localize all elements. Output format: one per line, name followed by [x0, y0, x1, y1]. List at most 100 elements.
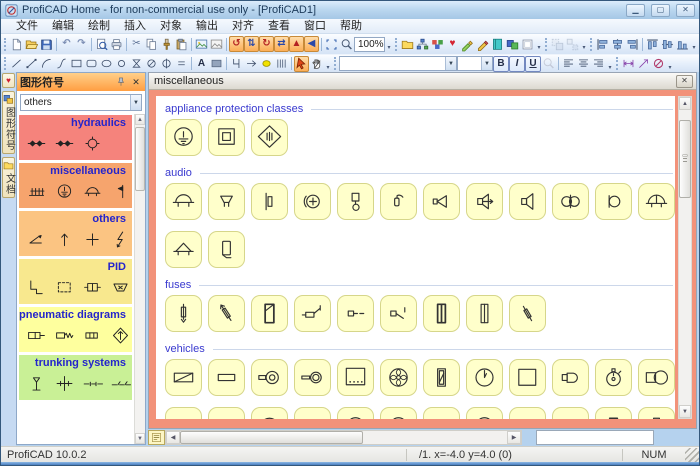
zoom-text-button[interactable] [541, 56, 556, 72]
library-button[interactable] [490, 36, 505, 52]
symbol-class-iii[interactable] [251, 119, 288, 156]
panel-close-icon[interactable]: ✕ [130, 76, 142, 88]
panel-scrollbar[interactable]: ▲ ▼ [134, 114, 145, 444]
redo-button[interactable]: ↷ [74, 36, 89, 52]
menu-item-3[interactable]: 插入 [117, 19, 153, 34]
symbol-fuse-striker[interactable] [251, 295, 288, 332]
symbol-veh-horn[interactable] [552, 359, 589, 396]
draw-text-button[interactable]: A [194, 56, 209, 72]
rotate-180-button[interactable]: ◀ [304, 36, 319, 52]
toolbar-options-icon[interactable]: ▾ [666, 56, 674, 72]
symbol-fuse-double[interactable] [466, 295, 503, 332]
undo-button[interactable]: ↶ [59, 36, 74, 52]
export-image-button[interactable] [209, 36, 224, 52]
para-align-center-button[interactable] [576, 56, 591, 72]
tool-pan-button[interactable] [309, 56, 324, 72]
draw-node-button[interactable] [259, 56, 274, 72]
symbol-veh2-k[interactable] [595, 407, 632, 419]
align-right-edge-button[interactable] [625, 36, 640, 52]
category-trunking-systems[interactable]: trunking systems [19, 355, 132, 400]
menu-item-2[interactable]: 绘制 [81, 19, 117, 34]
rotate-right-button[interactable]: ↻ [259, 36, 274, 52]
symbol-veh-box[interactable] [509, 359, 546, 396]
symbol-veh2-e[interactable] [337, 407, 374, 419]
toolbar-options-icon[interactable]: ▾ [580, 36, 588, 52]
symbol-veh-rect-diagonal[interactable] [165, 359, 202, 396]
align-bottom-edge-button[interactable] [675, 36, 690, 52]
symbol-audio-speaker-arrow[interactable] [466, 183, 503, 220]
sidebar-tab-symbols[interactable]: 图形符号 [2, 91, 15, 154]
symbol-fuse-disconnector[interactable] [337, 295, 374, 332]
close-button[interactable]: ✕ [676, 4, 695, 17]
scroll-down-icon[interactable]: ▼ [679, 405, 691, 418]
symbol-fuse-switch-disconnector[interactable] [380, 295, 417, 332]
scroll-right-icon[interactable]: ▶ [507, 431, 521, 444]
symbol-veh2-l[interactable] [638, 407, 675, 419]
symbol-veh-coupler-2[interactable] [294, 359, 331, 396]
open-button[interactable] [24, 36, 39, 52]
edit-symbol-button[interactable] [460, 36, 475, 52]
print-button[interactable] [109, 36, 124, 52]
draw-hourglass-button[interactable] [129, 56, 144, 72]
symbol-veh-box-dots[interactable] [337, 359, 374, 396]
menu-item-8[interactable]: 窗口 [297, 19, 333, 34]
fmt-italic-button[interactable]: I [509, 56, 525, 72]
category-PID[interactable]: PID [19, 259, 132, 304]
flip-vertical-button[interactable]: ⇅ [244, 36, 259, 52]
scroll-up-icon[interactable]: ▲ [679, 97, 691, 110]
menu-item-4[interactable]: 对象 [153, 19, 189, 34]
symbol-veh-stopwatch[interactable] [595, 359, 632, 396]
symbol-veh2-b[interactable] [208, 407, 245, 419]
menu-item-6[interactable]: 对齐 [225, 19, 261, 34]
print-preview-button[interactable] [94, 36, 109, 52]
symbol-tree-button[interactable] [415, 36, 430, 52]
scroll-up-icon[interactable]: ▲ [135, 114, 145, 125]
symbol-audio-horn-speaker[interactable] [423, 183, 460, 220]
draw-gate-button[interactable] [229, 56, 244, 72]
mirror-button[interactable]: ▲ [289, 36, 304, 52]
symbol-audio-speaker[interactable] [509, 183, 546, 220]
favorites-tab[interactable]: ♥ [2, 73, 15, 88]
symbol-audio-mic-stand[interactable] [337, 183, 374, 220]
symbol-fuse-pull[interactable] [208, 295, 245, 332]
symbol-audio-transducer[interactable] [251, 183, 288, 220]
maximize-button[interactable]: ▢ [651, 4, 670, 17]
category-hydraulics[interactable]: hydraulics [19, 115, 132, 160]
draw-parallel-button[interactable] [174, 56, 189, 72]
draw-polyline-button[interactable] [24, 56, 39, 72]
symbol-veh-pump[interactable] [423, 359, 460, 396]
draw-rounded-rect-button[interactable] [84, 56, 99, 72]
align-v-middle-button[interactable] [660, 36, 675, 52]
sidebar-tab-documents[interactable]: 文档 [2, 157, 15, 198]
symbol-audio-mic-plus[interactable] [294, 183, 331, 220]
new-button[interactable] [9, 36, 24, 52]
scroll-left-icon[interactable]: ◀ [166, 431, 180, 444]
symbol-veh2-c[interactable] [251, 407, 288, 419]
tool-cursor-button[interactable] [294, 56, 309, 72]
draw-circle-line-button[interactable] [159, 56, 174, 72]
toolbar-options-icon[interactable]: ▾ [385, 36, 393, 52]
fmt-underline-button[interactable]: U [525, 56, 541, 72]
symbol-fuse-diagonal[interactable] [509, 295, 546, 332]
symbol-veh2-g[interactable] [423, 407, 460, 419]
rotate-left-button[interactable]: ↺ [229, 36, 244, 52]
symbol-veh2-i[interactable] [509, 407, 546, 419]
color-blocks-button[interactable] [430, 36, 445, 52]
folder-button[interactable] [400, 36, 415, 52]
dim-none-button[interactable] [651, 56, 666, 72]
toolbar-options-icon[interactable]: ▾ [324, 56, 332, 72]
para-align-right-button[interactable] [591, 56, 606, 72]
symbol-veh2-d[interactable] [294, 407, 331, 419]
insert-image-button[interactable] [194, 36, 209, 52]
draw-line-button[interactable] [9, 56, 24, 72]
symbol-veh2-j[interactable] [552, 407, 589, 419]
draw-rect-button[interactable] [69, 56, 84, 72]
save-button[interactable] [39, 36, 54, 52]
cut-button[interactable]: ✂ [129, 36, 144, 52]
toolbar-options-icon[interactable]: ▾ [606, 56, 614, 72]
blank-frame-button[interactable] [520, 36, 535, 52]
symbol-class-ii[interactable] [208, 119, 245, 156]
symbol-fuse[interactable] [165, 295, 202, 332]
menu-item-9[interactable]: 帮助 [333, 19, 369, 34]
symbol-veh-speaker-box[interactable] [638, 359, 675, 396]
